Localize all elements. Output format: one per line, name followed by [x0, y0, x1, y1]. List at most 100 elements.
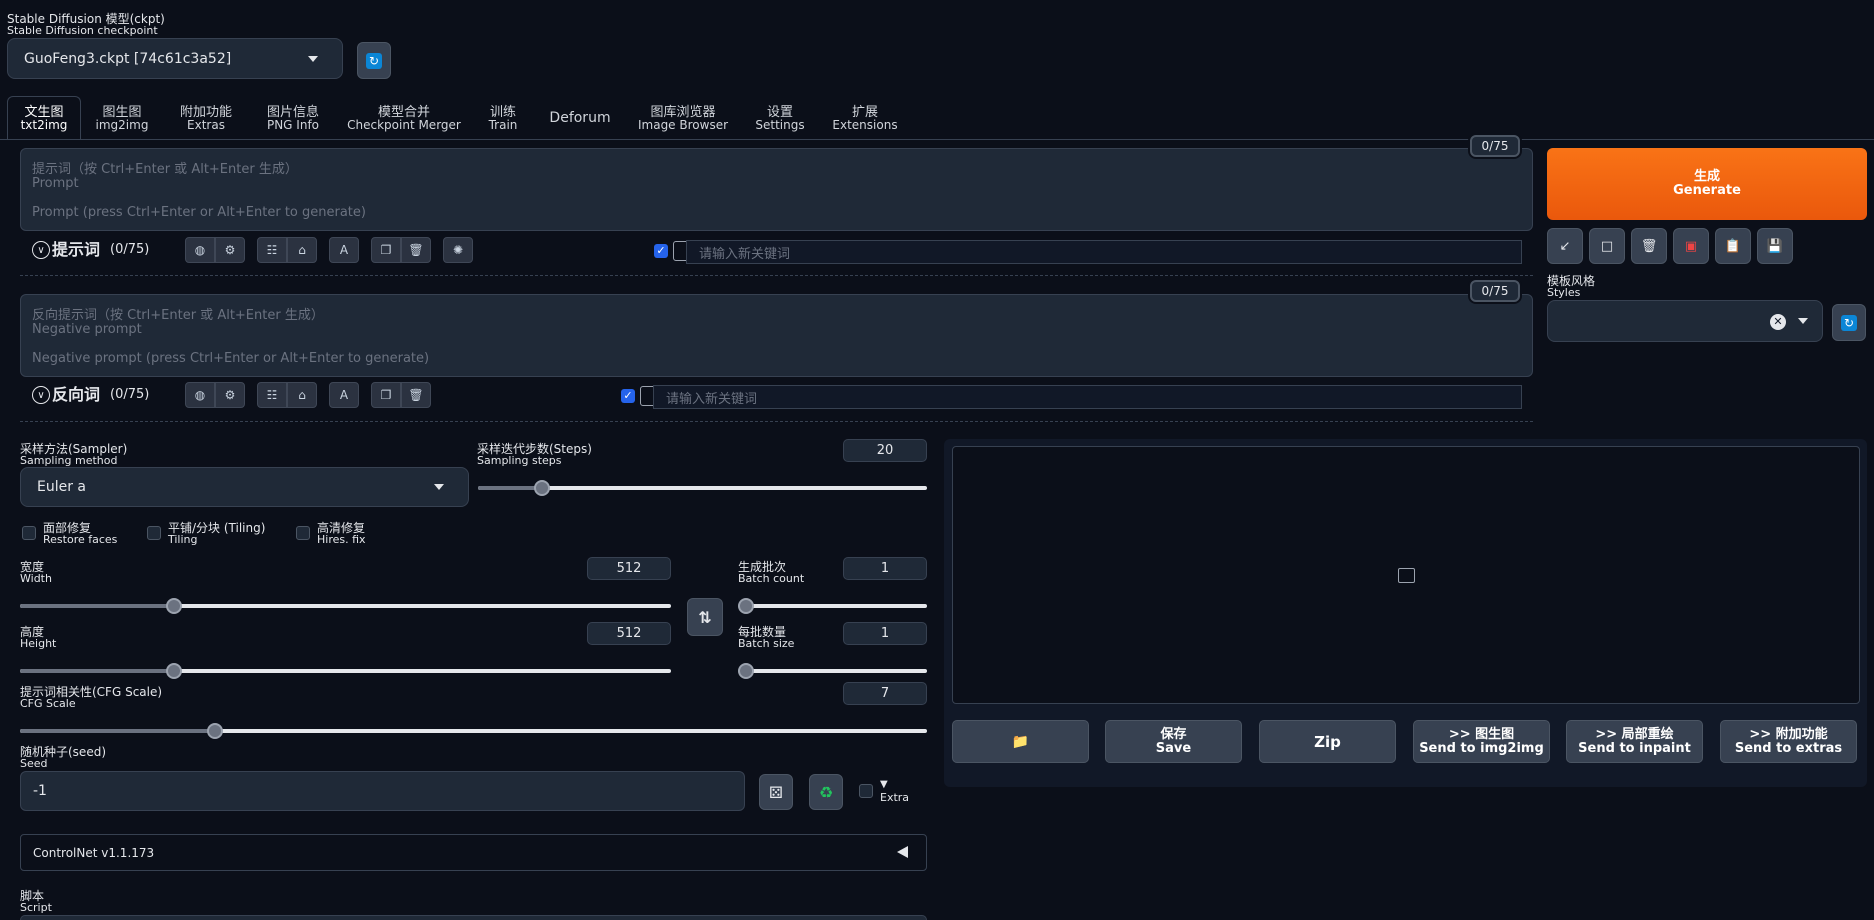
seed-input[interactable]: -1 — [20, 771, 745, 811]
collapse-chevron-icon[interactable]: ∨ — [32, 241, 50, 259]
tab-deforum[interactable]: Deforum — [544, 110, 616, 126]
steps-number-input[interactable]: 20 — [843, 439, 927, 462]
tab-extras[interactable]: 附加功能 Extras — [172, 106, 240, 132]
save-button[interactable]: 保存 Save — [1105, 720, 1242, 763]
send-to-inpaint-button[interactable]: >> 局部重绘 Send to inpaint — [1566, 720, 1703, 763]
height-number-input[interactable]: 512 — [587, 622, 671, 645]
clear-x-icon[interactable]: ✕ — [1770, 314, 1786, 330]
tab-checkpoint-merger[interactable]: 模型合并 Checkpoint Merger — [346, 106, 462, 132]
slider-track[interactable] — [20, 669, 671, 673]
translate-globe-icon[interactable]: ◍ — [185, 237, 215, 263]
read-params-arrow-icon[interactable]: ↙ — [1547, 228, 1583, 264]
copy-icon[interactable]: ❐ — [371, 237, 401, 263]
reuse-recycle-icon[interactable]: ♻ — [809, 774, 843, 810]
slider-track[interactable] — [738, 669, 927, 673]
trash-icon[interactable]: 🗑 — [1631, 228, 1667, 264]
tab-txt2img[interactable]: 文生图 txt2img — [16, 106, 72, 132]
slider-thumb[interactable] — [738, 598, 754, 614]
translate-ab-icon[interactable]: A — [329, 382, 359, 408]
slider-thumb[interactable] — [738, 663, 754, 679]
width-number-input[interactable]: 512 — [587, 557, 671, 580]
prompt-keyword-input[interactable]: 请输入新关键词 — [686, 240, 1522, 264]
controlnet-accordion[interactable]: ControlNet v1.1.173 — [20, 834, 927, 871]
tab-png-info[interactable]: 图片信息 PNG Info — [258, 106, 328, 132]
copy-icon[interactable]: ❐ — [371, 382, 401, 408]
keyword-enable-checkbox[interactable]: ✓ — [654, 244, 668, 258]
random-dice-icon[interactable]: ⚄ — [759, 774, 793, 810]
save-style-icon[interactable]: 💾 — [1757, 228, 1793, 264]
open-folder-button[interactable]: 📁 — [952, 720, 1089, 763]
tab-image-browser[interactable]: 图库浏览器 Image Browser — [636, 106, 730, 132]
extra-seed-checkbox[interactable] — [859, 784, 873, 798]
refresh-icon: ↻ — [366, 52, 382, 69]
tiling-checkbox[interactable] — [147, 526, 161, 540]
collapse-chevron-icon[interactable]: ∨ — [32, 386, 50, 404]
script-dropdown[interactable] — [20, 915, 927, 920]
tab-train[interactable]: 训练 Train — [480, 106, 526, 132]
width-label: 宽度 Width — [20, 560, 52, 585]
zip-button[interactable]: Zip — [1259, 720, 1396, 763]
swap-dimensions-icon[interactable]: ⇅ — [687, 598, 723, 636]
height-slider[interactable] — [20, 663, 671, 679]
prompt-toolbar-count: (0/75) — [110, 242, 150, 257]
refresh-icon: ↻ — [1841, 314, 1857, 331]
refresh-styles-button[interactable]: ↻ — [1832, 304, 1866, 341]
checkpoint-dropdown[interactable]: GuoFeng3.ckpt [74c61c3a52] — [7, 38, 343, 79]
translate-globe-icon[interactable]: ◍ — [185, 382, 215, 408]
negative-token-counter: 0/75 — [1470, 280, 1520, 302]
batch-count-slider[interactable] — [738, 598, 927, 614]
steps-slider[interactable] — [478, 480, 927, 496]
send-to-extras-button[interactable]: >> 附加功能 Send to extras — [1720, 720, 1857, 763]
slider-thumb[interactable] — [166, 598, 183, 614]
negative-prompt-textarea[interactable]: 反向提示词（按 Ctrl+Enter 或 Alt+Enter 生成） Negat… — [20, 294, 1533, 377]
trash-icon[interactable]: 🗑 — [401, 382, 431, 408]
restore-faces-checkbox[interactable] — [22, 526, 36, 540]
translate-ab-icon[interactable]: A — [329, 237, 359, 263]
tab-extensions[interactable]: 扩展 Extensions — [830, 106, 900, 132]
output-image-gallery[interactable] — [952, 446, 1860, 704]
history-icon[interactable]: ☷ — [257, 237, 287, 263]
history-icon[interactable]: ☷ — [257, 382, 287, 408]
slider-track[interactable] — [20, 604, 671, 608]
batch-size-slider[interactable] — [738, 663, 927, 679]
steps-label: 采样迭代步数(Steps) Sampling steps — [477, 442, 592, 467]
send-to-img2img-button[interactable]: >> 图生图 Send to img2img — [1413, 720, 1550, 763]
slider-thumb[interactable] — [534, 480, 551, 496]
batch-count-label: 生成批次 Batch count — [738, 560, 805, 585]
chevron-down-icon — [434, 484, 444, 490]
slider-track[interactable] — [738, 604, 927, 608]
prompt-toolbar-group-2: ☷ ⌂ — [257, 237, 317, 263]
negative-keyword-input[interactable]: 请输入新关键词 — [653, 385, 1522, 409]
slider-thumb[interactable] — [207, 723, 224, 739]
batch-size-number-input[interactable]: 1 — [843, 622, 927, 645]
bookmark-icon[interactable]: ⌂ — [287, 237, 317, 263]
negative-toolbar-count: (0/75) — [110, 387, 150, 402]
sampler-dropdown[interactable]: Euler a — [20, 467, 469, 507]
styles-dropdown[interactable]: ✕ — [1547, 300, 1823, 342]
batch-count-number-input[interactable]: 1 — [843, 557, 927, 580]
openai-icon[interactable]: ✺ — [443, 237, 473, 263]
chevron-down-icon — [308, 55, 318, 62]
generate-button[interactable]: 生成 Generate — [1547, 148, 1867, 220]
tab-settings[interactable]: 设置 Settings — [750, 106, 810, 132]
prompt-textarea[interactable]: 提示词（按 Ctrl+Enter 或 Alt+Enter 生成） Prompt … — [20, 148, 1533, 231]
extra-networks-icon[interactable]: ▣ — [1673, 228, 1709, 264]
cfg-slider[interactable] — [20, 723, 927, 739]
slider-thumb[interactable] — [166, 663, 183, 679]
prompt-toolbar-title: 提示词 — [52, 240, 101, 259]
trash-icon[interactable]: 🗑 — [401, 237, 431, 263]
refresh-checkpoint-button[interactable]: ↻ — [357, 42, 391, 79]
settings-gear-icon[interactable]: ⚙ — [215, 382, 245, 408]
clear-square-icon[interactable]: □ — [1589, 228, 1625, 264]
settings-gear-icon[interactable]: ⚙ — [215, 237, 245, 263]
slider-track[interactable] — [20, 729, 927, 733]
negative-keyword-enable-checkbox[interactable]: ✓ — [621, 389, 635, 403]
cfg-number-input[interactable]: 7 — [843, 682, 927, 705]
width-slider[interactable] — [20, 598, 671, 614]
tab-img2img[interactable]: 图生图 img2img — [92, 106, 152, 132]
negative-toolbar-title: 反向词 — [52, 385, 101, 404]
clipboard-icon[interactable]: 📋 — [1715, 228, 1751, 264]
hires-fix-checkbox[interactable] — [296, 526, 310, 540]
slider-fill — [20, 669, 175, 673]
bookmark-icon[interactable]: ⌂ — [287, 382, 317, 408]
